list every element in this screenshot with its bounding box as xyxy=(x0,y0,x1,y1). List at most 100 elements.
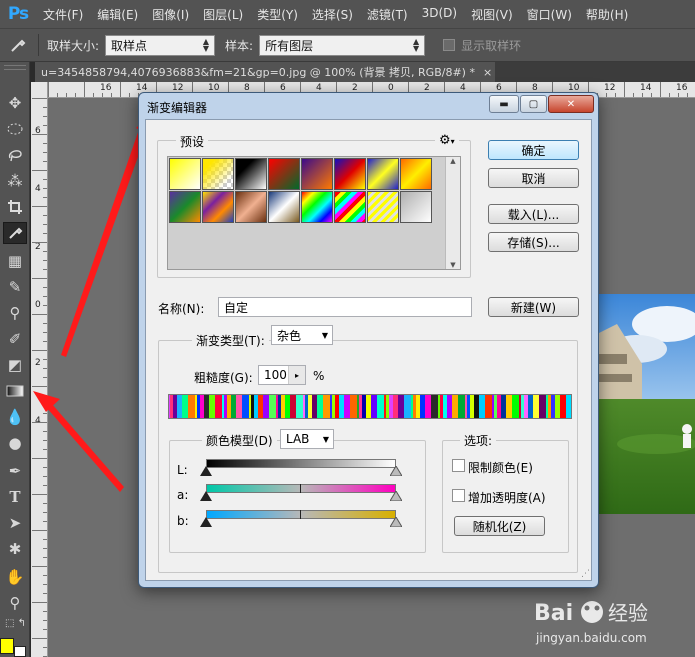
noise-band xyxy=(377,394,384,419)
a-channel-slider[interactable] xyxy=(206,484,396,493)
noise-band xyxy=(332,394,335,419)
noise-band xyxy=(290,394,296,419)
restrict-colors-label: 限制颜色(E) xyxy=(468,461,533,475)
noise-band xyxy=(467,394,470,419)
noise-band xyxy=(492,394,494,419)
scroll-down-icon[interactable]: ▼ xyxy=(446,261,460,269)
noise-band xyxy=(443,394,447,419)
color-model-label: 颜色模型(D) xyxy=(202,432,277,449)
noise-band xyxy=(452,394,458,419)
gradient-preset-swatch[interactable] xyxy=(202,158,234,190)
noise-band xyxy=(438,394,440,419)
gradient-preset-swatch[interactable] xyxy=(235,191,267,223)
scroll-up-icon[interactable]: ▲ xyxy=(446,157,460,165)
noise-band xyxy=(546,394,548,419)
noise-band xyxy=(200,394,204,419)
roughness-input[interactable]: 100 ▸ xyxy=(258,365,306,385)
cancel-button[interactable]: 取消 xyxy=(488,168,579,188)
noise-band xyxy=(506,394,512,419)
noise-band xyxy=(296,394,303,419)
presets-scrollbar[interactable]: ▲ ▼ xyxy=(445,157,460,269)
gradient-preset-swatch[interactable] xyxy=(400,191,432,223)
minimize-button[interactable]: ▬ xyxy=(489,95,519,113)
noise-band xyxy=(224,394,227,419)
noise-band xyxy=(560,394,566,419)
gradient-type-select[interactable]: 杂色 ▼ xyxy=(271,325,333,345)
color-model-select[interactable]: LAB ▼ xyxy=(280,429,334,449)
noise-band xyxy=(551,394,555,419)
noise-band xyxy=(555,394,560,419)
gradient-preset-swatch[interactable] xyxy=(268,191,300,223)
noise-band xyxy=(242,394,249,419)
noise-band xyxy=(425,394,431,419)
roughness-popup-icon[interactable]: ▸ xyxy=(288,366,305,384)
noise-band xyxy=(470,394,474,419)
gradient-preset-swatch[interactable] xyxy=(334,158,366,190)
gradient-preset-swatch[interactable] xyxy=(334,191,366,223)
noise-band xyxy=(323,394,330,419)
load-button[interactable]: 载入(L)... xyxy=(488,204,579,224)
noise-gradient-bar[interactable] xyxy=(168,394,572,419)
add-transparency-checkbox[interactable] xyxy=(452,489,465,502)
maximize-button[interactable]: ▢ xyxy=(520,95,547,113)
noise-band xyxy=(371,394,377,419)
gradient-preset-swatch[interactable] xyxy=(268,158,300,190)
gradient-preset-swatch[interactable] xyxy=(400,158,432,190)
gradient-type-value: 杂色 xyxy=(277,328,302,343)
noise-band xyxy=(528,394,533,419)
noise-band xyxy=(197,394,200,419)
presets-gear-icon[interactable]: ⚙▾ xyxy=(435,133,459,148)
randomize-button[interactable]: 随机化(Z) xyxy=(454,516,545,536)
noise-band xyxy=(170,394,173,419)
roughness-label: 粗糙度(G): xyxy=(194,371,253,385)
noise-band xyxy=(479,394,485,419)
ok-button[interactable]: 确定 xyxy=(488,140,579,160)
gradient-preset-swatch[interactable] xyxy=(367,158,399,190)
b-min-stop[interactable] xyxy=(200,517,212,527)
gradient-preset-swatch[interactable] xyxy=(235,158,267,190)
noise-band xyxy=(362,394,366,419)
noise-band xyxy=(258,394,263,419)
restrict-colors-checkbox[interactable] xyxy=(452,459,465,472)
a-midpoint-marker xyxy=(300,484,301,493)
gradient-preset-swatch[interactable] xyxy=(169,158,201,190)
new-button[interactable]: 新建(W) xyxy=(488,297,579,317)
l-max-stop[interactable] xyxy=(390,466,402,476)
noise-band xyxy=(182,394,188,419)
save-button[interactable]: 存储(S)... xyxy=(488,232,579,252)
noise-band xyxy=(285,394,290,419)
noise-band xyxy=(339,394,344,419)
resize-grip-icon[interactable]: ⋰ xyxy=(581,569,590,579)
noise-band xyxy=(278,394,281,419)
noise-band xyxy=(254,394,258,419)
noise-band xyxy=(393,394,398,419)
color-model-value: LAB xyxy=(286,432,310,446)
l-min-stop[interactable] xyxy=(200,466,212,476)
close-button[interactable]: ✕ xyxy=(548,95,594,113)
a-min-stop[interactable] xyxy=(200,491,212,501)
gradient-preset-swatch[interactable] xyxy=(301,191,333,223)
noise-band xyxy=(330,394,332,419)
name-input[interactable]: 自定 xyxy=(218,297,472,317)
noise-band xyxy=(533,394,539,419)
gradient-preset-swatch[interactable] xyxy=(202,191,234,223)
svg-text:jingyan.baidu.com: jingyan.baidu.com xyxy=(535,631,647,645)
noise-band xyxy=(344,394,350,419)
noise-band xyxy=(251,394,254,419)
noise-band xyxy=(317,394,323,419)
noise-band xyxy=(303,394,305,419)
l-channel-slider[interactable] xyxy=(206,459,396,468)
noise-band xyxy=(539,394,546,419)
gradient-preset-swatch[interactable] xyxy=(367,191,399,223)
b-channel-slider[interactable] xyxy=(206,510,396,519)
noise-band xyxy=(249,394,251,419)
gradient-preset-swatch[interactable] xyxy=(169,191,201,223)
noise-band xyxy=(386,394,389,419)
b-max-stop[interactable] xyxy=(390,517,402,527)
noise-band xyxy=(366,394,371,419)
noise-band xyxy=(204,394,209,419)
noise-band xyxy=(305,394,308,419)
gradient-preset-swatch[interactable] xyxy=(301,158,333,190)
noise-band xyxy=(440,394,443,419)
a-max-stop[interactable] xyxy=(390,491,402,501)
